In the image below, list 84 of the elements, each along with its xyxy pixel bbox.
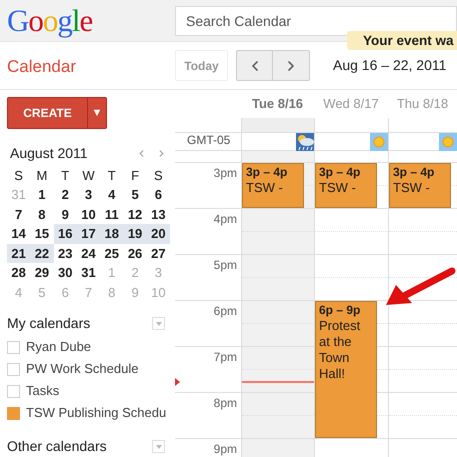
mini-calendar-day[interactable]: 14 [7, 224, 30, 244]
weekday-label: F [130, 167, 140, 185]
hour-label: 4pm [214, 211, 237, 228]
calendar-event[interactable]: 6p – 9p Protest at the Town Hall! [315, 301, 377, 438]
mini-calendar-day[interactable]: 1 [30, 185, 54, 204]
calendar-event[interactable]: 3p – 4p TSW - [389, 163, 451, 208]
section-title: My calendars [7, 314, 92, 333]
event-title: TSW - [246, 180, 284, 196]
calendar-name[interactable]: Tasks [26, 381, 60, 401]
dropdown-icon[interactable] [152, 317, 165, 330]
weekday-label: T [106, 167, 117, 185]
month-title: August 2011 [9, 144, 89, 163]
mini-calendar-day[interactable]: 3 [76, 185, 100, 204]
next-button[interactable] [273, 50, 310, 81]
mini-calendar-day[interactable]: 5 [123, 185, 147, 204]
mini-calendar-day[interactable]: 21 [7, 244, 30, 263]
mini-calendar-day[interactable]: 6 [146, 185, 170, 204]
hour-label: 7pm [214, 349, 237, 366]
dropdown-icon[interactable] [152, 440, 165, 453]
logo: Google [6, 5, 94, 36]
mini-calendar-day[interactable]: 11 [100, 204, 124, 224]
mini-calendar-day[interactable]: 30 [54, 263, 77, 282]
day-header[interactable]: Tue 8/16 [241, 94, 314, 114]
date-range: Aug 16 – 22, 2011 [333, 56, 446, 75]
mini-calendar-day[interactable]: 13 [146, 204, 170, 224]
mini-calendar-day[interactable]: 26 [123, 244, 147, 263]
mini-calendar-day[interactable]: 9 [54, 204, 77, 224]
event-time: 6p – 9p [319, 303, 362, 318]
timezone-label: GMT-05 [186, 133, 232, 149]
create-button[interactable]: CREATE [8, 98, 87, 128]
calendar-event[interactable]: 3p – 4p TSW - [242, 163, 304, 208]
mini-calendar-day[interactable]: 27 [146, 244, 170, 263]
weekday-label: M [36, 167, 48, 185]
mini-calendar-day[interactable]: 2 [54, 185, 77, 204]
mini-calendar-day[interactable]: 7 [7, 204, 30, 224]
mini-calendar-day[interactable]: 29 [30, 263, 54, 282]
app-title: Calendar [6, 56, 77, 78]
weekday-label: T [60, 167, 70, 185]
mini-calendar-day[interactable]: 20 [146, 224, 170, 244]
current-time-marker [175, 378, 180, 386]
hour-label: 3pm [214, 165, 237, 182]
mini-calendar-day[interactable]: 31 [76, 263, 100, 282]
mini-calendar-day[interactable]: 22 [30, 244, 54, 263]
calendar-checkbox[interactable] [7, 384, 20, 398]
weekday-label: S [153, 167, 164, 185]
event-title: TSW - [319, 180, 357, 196]
calendar-name[interactable]: PW Work Schedule [26, 359, 138, 379]
hour-label: 5pm [214, 257, 237, 274]
hour-label: 9pm [214, 441, 237, 457]
mini-calendar-day[interactable]: 15 [30, 224, 54, 244]
notice-banner: Your event wa [347, 31, 457, 50]
event-title: TSW - [393, 180, 431, 196]
mini-calendar-day[interactable]: 8 [30, 204, 54, 224]
hour-label: 8pm [214, 395, 237, 412]
event-time: 3p – 4p [393, 165, 436, 180]
previous-button[interactable] [236, 50, 273, 81]
weekday-label: S [13, 167, 24, 185]
calendar-checkbox[interactable] [7, 362, 20, 376]
mini-calendar-day[interactable]: 16 [54, 224, 77, 244]
current-time-line [242, 381, 314, 383]
section-title: Other calendars [7, 437, 108, 456]
all-day-cell[interactable] [241, 118, 314, 132]
mini-calendar-day[interactable]: 19 [123, 224, 147, 244]
mini-calendar-day[interactable]: 18 [100, 224, 124, 244]
search-field[interactable]: Search Calendar [175, 6, 457, 36]
calendar-event[interactable]: 3p – 4p TSW - [315, 163, 377, 208]
mini-calendar-day[interactable]: 24 [76, 244, 100, 263]
event-title: Protest at the Town Hall! [319, 318, 362, 382]
calendar-name[interactable]: TSW Publishing Schedu [26, 403, 166, 423]
calendar-checkbox[interactable] [7, 406, 20, 420]
create-menu-button[interactable]: ▼ [87, 98, 106, 128]
calendar-name[interactable]: Ryan Dube [26, 337, 92, 357]
mini-calendar-day[interactable]: 10 [76, 204, 100, 224]
mini-calendar-day[interactable]: 25 [100, 244, 124, 263]
mini-calendar-day[interactable]: 23 [54, 244, 77, 263]
mini-calendar-day[interactable]: 12 [123, 204, 147, 224]
event-time: 3p – 4p [319, 165, 362, 180]
mini-calendar-day[interactable]: 28 [7, 263, 30, 282]
mini-calendar-day[interactable]: 4 [100, 185, 124, 204]
weekday-label: W [81, 167, 96, 185]
event-time: 3p – 4p [246, 165, 288, 180]
calendar-checkbox[interactable] [7, 340, 20, 354]
hour-label: 6pm [214, 303, 237, 320]
mini-calendar-day[interactable]: 17 [76, 224, 100, 244]
